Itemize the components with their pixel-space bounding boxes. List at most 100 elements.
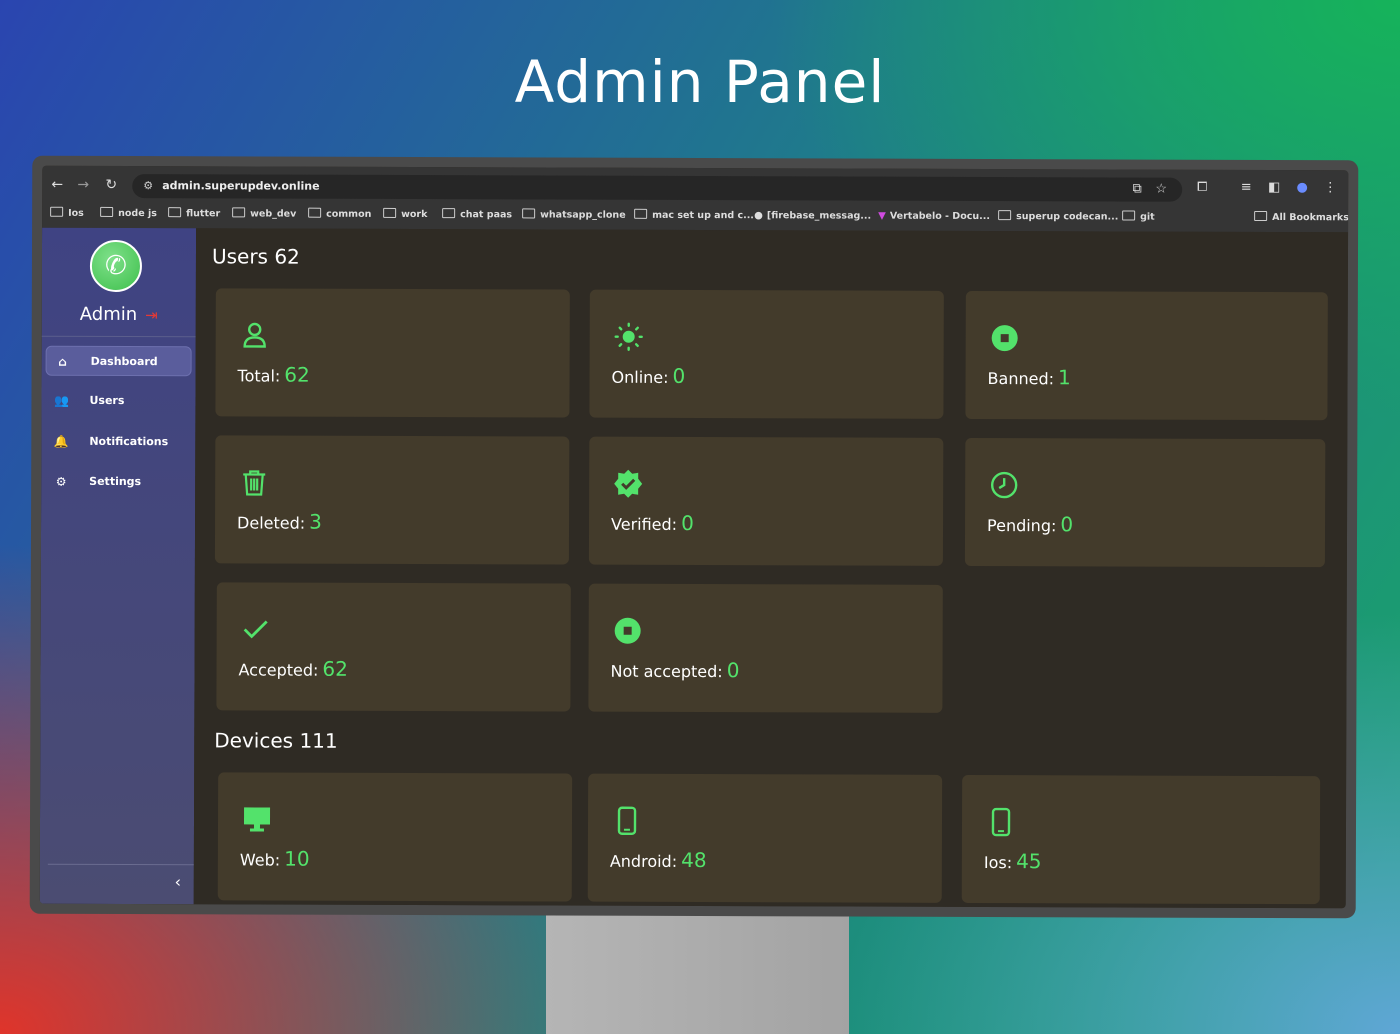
stat-value: 45	[1016, 849, 1042, 874]
gear-icon: ⚙	[55, 474, 67, 489]
bookmark-vertabelo[interactable]: ▼ Vertabelo - Docu...	[878, 207, 990, 227]
stop-circle-icon	[991, 325, 1018, 352]
stat-label: Online:	[611, 367, 669, 387]
stat-label: Web:	[239, 850, 281, 870]
home-icon: ⌂	[58, 354, 67, 369]
star-icon[interactable]: ☆	[1152, 178, 1170, 202]
stat-value: 0	[1060, 512, 1074, 537]
check-icon	[243, 620, 268, 639]
side-panel-icon[interactable]: ◧	[1264, 176, 1284, 200]
folder-icon	[1122, 210, 1136, 221]
folder-icon	[998, 210, 1012, 221]
bookmark-label: node js	[118, 207, 157, 220]
device-web: Web: 10	[239, 846, 310, 871]
url-text[interactable]: admin.superupdev.online	[162, 174, 319, 199]
folder-icon	[100, 206, 114, 217]
bookmark-chat-paas[interactable]: chat paas	[442, 205, 512, 225]
stat-label: Pending:	[987, 516, 1057, 536]
stat-value: 0	[672, 363, 686, 388]
desktop-icon	[243, 807, 271, 832]
stat-pending: Pending: 0	[987, 512, 1073, 536]
bookmark-label: superup codecan...	[1016, 211, 1119, 223]
bookmark-whatsapp-clone[interactable]: whatsapp_clone	[522, 205, 626, 225]
folder-icon	[522, 208, 536, 219]
reading-list-icon[interactable]: ≡	[1236, 176, 1256, 200]
sidebar-item-notifications[interactable]: 🔔 Notifications	[45, 427, 191, 458]
address-bar[interactable]: ⚙ admin.superupdev.online ⧉ ☆	[132, 174, 1183, 202]
sidebar-item-label: Dashboard	[90, 354, 158, 369]
forward-icon[interactable]: →	[72, 172, 94, 198]
bookmark-work[interactable]: work	[383, 205, 427, 225]
bookmark-web-dev[interactable]: web_dev	[232, 204, 296, 224]
sidebar-item-dashboard[interactable]: ⌂ Dashboard	[45, 345, 192, 377]
folder-icon	[1254, 210, 1268, 221]
logout-icon[interactable]: ⇥	[145, 306, 158, 324]
cast-icon[interactable]: ⧉	[1128, 178, 1146, 202]
stat-not-accepted: Not accepted: 0	[610, 658, 739, 682]
devices-section-title: Devices 111	[214, 728, 338, 753]
stat-card-pending: Pending: 0	[964, 437, 1326, 568]
monitor-frame: ← → ↻ ⚙ admin.superupdev.online ⧉ ☆ ⧠ ≡ …	[29, 155, 1359, 919]
device-android: Android: 48	[610, 848, 707, 872]
folder-icon	[308, 207, 322, 218]
bookmark-label: work	[401, 208, 428, 221]
more-menu-icon[interactable]: ⋮	[1320, 176, 1340, 200]
bookmark-node-js[interactable]: node js	[100, 204, 157, 224]
bookmark-superup-codecan[interactable]: superup codecan...	[998, 207, 1118, 227]
vertabelo-icon: ▼	[878, 210, 886, 222]
stat-value: 10	[284, 846, 310, 871]
folder-icon	[168, 207, 182, 218]
bookmark-label: chat paas	[460, 209, 513, 221]
bookmark-label: common	[326, 208, 372, 220]
folder-icon	[442, 208, 456, 219]
divider	[41, 335, 196, 338]
screen: ← → ↻ ⚙ admin.superupdev.online ⧉ ☆ ⧠ ≡ …	[39, 165, 1349, 909]
stat-card-total: Total: 62	[215, 288, 570, 418]
profile-avatar-icon[interactable]: ●	[1292, 176, 1312, 200]
stat-card-online: Online: 0	[589, 289, 944, 419]
bookmark-ios[interactable]: Ios	[50, 204, 84, 224]
stat-value: 0	[726, 658, 740, 683]
bookmark-label: flutter	[186, 208, 221, 220]
bookmark-flutter[interactable]: flutter	[168, 204, 220, 224]
divider	[47, 863, 194, 866]
stat-label: Deleted:	[237, 513, 306, 533]
stat-value: 0	[681, 510, 694, 535]
sidebar-item-settings[interactable]: ⚙ Settings	[45, 467, 191, 498]
sidebar-item-label: Settings	[89, 474, 142, 489]
verified-badge-icon	[614, 469, 643, 498]
collapse-sidebar-chevron-left-icon[interactable]: ‹	[168, 870, 188, 894]
stat-card-banned: Banned: 1	[965, 290, 1328, 421]
trash-icon	[243, 470, 266, 496]
folder-icon	[634, 208, 648, 219]
bookmark-label: web_dev	[250, 208, 297, 220]
stat-value: 62	[322, 656, 348, 681]
stat-card-verified: Verified: 0	[588, 436, 944, 566]
bookmark-git[interactable]: git	[1122, 207, 1155, 227]
monitor-stand	[546, 905, 849, 1034]
clock-icon	[990, 471, 1018, 499]
bookmark-mac-setup[interactable]: mac set up and c...	[634, 206, 754, 226]
hero-title: Admin Panel	[514, 48, 886, 116]
stat-label: Banned:	[987, 369, 1055, 389]
bookmark-label: mac set up and c...	[652, 209, 754, 222]
site-settings-icon[interactable]: ⚙	[140, 178, 156, 194]
back-icon[interactable]: ←	[46, 172, 68, 198]
bookmark-firebase[interactable]: ● [firebase_messag...	[754, 206, 871, 226]
stat-card-deleted: Deleted: 3	[214, 435, 570, 565]
all-bookmarks[interactable]: All Bookmarks	[1254, 208, 1348, 228]
bookmark-label: Vertabelo - Docu...	[889, 210, 990, 223]
sidebar-item-users[interactable]: 👥 Users	[45, 386, 191, 417]
stat-total: Total: 62	[238, 362, 310, 387]
browser-chrome: ← → ↻ ⚙ admin.superupdev.online ⧉ ☆ ⧠ ≡ …	[42, 165, 1349, 233]
extensions-icon[interactable]: ⧠	[1192, 176, 1212, 200]
stat-label: Not accepted:	[610, 661, 723, 682]
bookmark-common[interactable]: common	[308, 205, 371, 225]
stat-online: Online: 0	[612, 364, 686, 388]
stat-value: 62	[284, 362, 310, 387]
stat-banned: Banned: 1	[988, 365, 1071, 389]
reload-icon[interactable]: ↻	[100, 172, 122, 198]
browser-toolbar: ← → ↻ ⚙ admin.superupdev.online ⧉ ☆ ⧠ ≡ …	[42, 172, 1348, 203]
device-card-ios: Ios: 45	[961, 774, 1321, 905]
folder-icon	[232, 207, 246, 218]
